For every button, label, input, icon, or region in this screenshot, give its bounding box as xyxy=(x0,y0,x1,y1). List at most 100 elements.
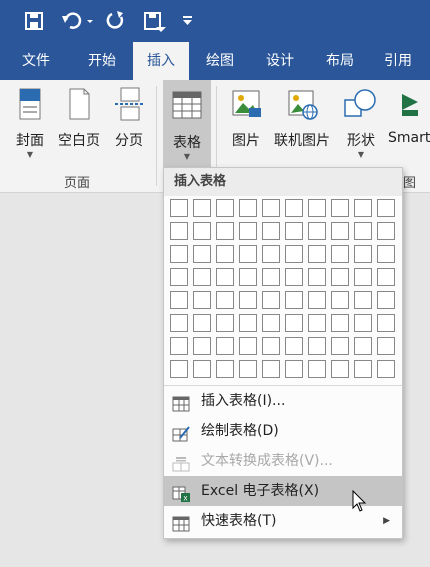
table-grid-cell[interactable] xyxy=(331,268,349,286)
redo-icon[interactable] xyxy=(104,8,128,34)
table-grid-cell[interactable] xyxy=(285,314,303,332)
table-grid-cell[interactable] xyxy=(354,268,372,286)
cover-page-button[interactable]: 封面 ▼ xyxy=(8,86,52,160)
table-grid-cell[interactable] xyxy=(170,337,188,355)
table-grid-cell[interactable] xyxy=(262,337,280,355)
table-grid-cell[interactable] xyxy=(377,291,395,309)
table-grid-cell[interactable] xyxy=(354,314,372,332)
table-grid-cell[interactable] xyxy=(262,222,280,240)
table-grid-cell[interactable] xyxy=(239,199,257,217)
table-grid-cell[interactable] xyxy=(193,268,211,286)
tab-references[interactable]: 引用 xyxy=(370,42,426,80)
tab-file[interactable]: 文件 xyxy=(8,42,64,80)
table-grid-cell[interactable] xyxy=(331,222,349,240)
table-grid-cell[interactable] xyxy=(262,360,280,378)
table-button[interactable]: 表格 ▼ xyxy=(163,80,211,168)
table-grid-cell[interactable] xyxy=(377,314,395,332)
table-grid-cell[interactable] xyxy=(331,199,349,217)
table-grid-cell[interactable] xyxy=(262,314,280,332)
shapes-button[interactable]: 形状 ▼ xyxy=(338,86,384,160)
text-to-table-item[interactable]: 文本转换成表格(V)... xyxy=(164,446,402,476)
picture-button[interactable]: 图片 xyxy=(224,86,268,150)
table-grid-cell[interactable] xyxy=(216,291,234,309)
page-break-button[interactable]: 分页 xyxy=(108,86,150,150)
undo-icon[interactable] xyxy=(60,8,96,34)
table-grid-cell[interactable] xyxy=(377,199,395,217)
table-grid-cell[interactable] xyxy=(216,268,234,286)
table-grid-cell[interactable] xyxy=(262,199,280,217)
table-grid-cell[interactable] xyxy=(216,337,234,355)
table-grid-cell[interactable] xyxy=(354,360,372,378)
table-grid-cell[interactable] xyxy=(170,291,188,309)
table-grid-cell[interactable] xyxy=(308,291,326,309)
table-grid-cell[interactable] xyxy=(285,268,303,286)
table-grid-cell[interactable] xyxy=(170,245,188,263)
tab-design[interactable]: 设计 xyxy=(252,42,308,80)
table-grid-cell[interactable] xyxy=(170,360,188,378)
table-grid-cell[interactable] xyxy=(377,245,395,263)
table-grid-cell[interactable] xyxy=(239,337,257,355)
table-grid-cell[interactable] xyxy=(170,199,188,217)
table-grid-cell[interactable] xyxy=(354,222,372,240)
table-grid-cell[interactable] xyxy=(170,314,188,332)
table-grid-cell[interactable] xyxy=(285,291,303,309)
table-grid-cell[interactable] xyxy=(193,314,211,332)
table-grid-cell[interactable] xyxy=(216,199,234,217)
table-grid-cell[interactable] xyxy=(285,222,303,240)
table-grid-cell[interactable] xyxy=(262,245,280,263)
table-grid-cell[interactable] xyxy=(193,199,211,217)
table-grid-cell[interactable] xyxy=(308,314,326,332)
customize-icon[interactable] xyxy=(180,8,196,34)
table-grid-cell[interactable] xyxy=(285,337,303,355)
table-grid-cell[interactable] xyxy=(239,314,257,332)
tab-home[interactable]: 开始 xyxy=(74,42,130,80)
draw-table-item[interactable]: 绘制表格(D) xyxy=(164,416,402,446)
table-grid-cell[interactable] xyxy=(354,337,372,355)
table-grid-cell[interactable] xyxy=(170,268,188,286)
table-grid-cell[interactable] xyxy=(285,360,303,378)
table-grid-cell[interactable] xyxy=(193,337,211,355)
table-grid-cell[interactable] xyxy=(354,199,372,217)
table-grid-cell[interactable] xyxy=(377,268,395,286)
table-grid-cell[interactable] xyxy=(193,245,211,263)
table-grid-cell[interactable] xyxy=(262,268,280,286)
table-grid-cell[interactable] xyxy=(377,222,395,240)
touch-mode-icon[interactable] xyxy=(140,8,168,34)
table-grid-cell[interactable] xyxy=(308,199,326,217)
table-grid-cell[interactable] xyxy=(308,337,326,355)
table-grid-cell[interactable] xyxy=(308,360,326,378)
table-grid-cell[interactable] xyxy=(354,245,372,263)
table-grid-cell[interactable] xyxy=(262,291,280,309)
tab-layout[interactable]: 布局 xyxy=(312,42,368,80)
table-grid-cell[interactable] xyxy=(331,337,349,355)
smartart-button[interactable]: Smart xyxy=(388,86,430,146)
online-picture-button[interactable]: 联机图片 xyxy=(270,86,334,150)
table-grid-cell[interactable] xyxy=(170,222,188,240)
table-grid-cell[interactable] xyxy=(239,291,257,309)
table-grid-cell[interactable] xyxy=(239,360,257,378)
blank-page-button[interactable]: 空白页 xyxy=(54,86,104,150)
insert-table-item[interactable]: 插入表格(I)... xyxy=(164,386,402,416)
table-grid-cell[interactable] xyxy=(308,222,326,240)
table-grid-cell[interactable] xyxy=(308,268,326,286)
table-grid-cell[interactable] xyxy=(331,291,349,309)
table-grid-cell[interactable] xyxy=(285,199,303,217)
table-grid-cell[interactable] xyxy=(239,245,257,263)
table-grid-cell[interactable] xyxy=(377,337,395,355)
table-grid-cell[interactable] xyxy=(331,245,349,263)
table-grid-cell[interactable] xyxy=(377,360,395,378)
table-grid-cell[interactable] xyxy=(239,222,257,240)
table-grid-cell[interactable] xyxy=(216,245,234,263)
table-grid-cell[interactable] xyxy=(354,291,372,309)
save-icon[interactable] xyxy=(22,8,46,34)
table-grid-cell[interactable] xyxy=(193,291,211,309)
table-grid-cell[interactable] xyxy=(193,360,211,378)
table-grid-cell[interactable] xyxy=(331,314,349,332)
table-grid-cell[interactable] xyxy=(285,245,303,263)
table-grid-cell[interactable] xyxy=(239,268,257,286)
tab-draw[interactable]: 绘图 xyxy=(192,42,248,80)
tab-insert[interactable]: 插入 xyxy=(133,42,189,80)
table-grid-cell[interactable] xyxy=(308,245,326,263)
table-grid-cell[interactable] xyxy=(331,360,349,378)
table-grid-cell[interactable] xyxy=(193,222,211,240)
